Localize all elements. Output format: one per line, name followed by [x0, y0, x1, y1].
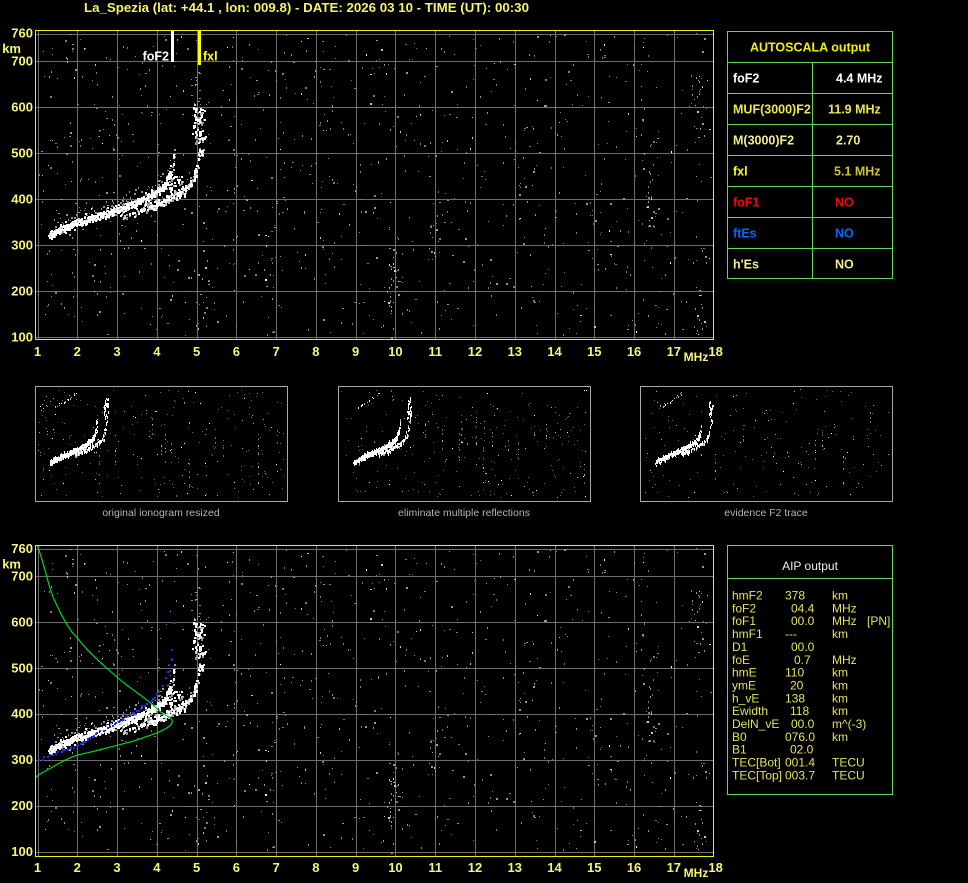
svg-text:2: 2 — [74, 344, 81, 359]
svg-text:2.70: 2.70 — [836, 134, 860, 148]
svg-text:1: 1 — [34, 344, 41, 359]
svg-text:4: 4 — [153, 860, 161, 875]
svg-text:fxl: fxl — [203, 50, 218, 64]
svg-text:13: 13 — [508, 344, 522, 359]
svg-text:La_Spezia (lat: +44.1 , lon: 0: La_Spezia (lat: +44.1 , lon: 009.8) - DA… — [84, 0, 529, 15]
svg-text:700: 700 — [11, 569, 33, 584]
svg-text:760: 760 — [11, 541, 33, 556]
svg-text:16: 16 — [627, 344, 641, 359]
svg-text:TECU: TECU — [832, 768, 865, 782]
svg-text:200: 200 — [11, 284, 33, 299]
svg-text:8: 8 — [312, 344, 319, 359]
svg-text:16: 16 — [627, 860, 641, 875]
svg-text:6: 6 — [233, 344, 240, 359]
svg-text:foF2: foF2 — [143, 50, 169, 64]
svg-text:MUF(3000)F2: MUF(3000)F2 — [733, 103, 811, 117]
svg-text:7: 7 — [273, 344, 280, 359]
svg-text:6: 6 — [233, 860, 240, 875]
svg-text:11: 11 — [428, 860, 442, 875]
svg-text:NO: NO — [835, 258, 854, 272]
svg-text:15: 15 — [587, 860, 601, 875]
svg-text:400: 400 — [11, 706, 33, 721]
svg-text:km: km — [832, 730, 848, 744]
svg-text:NO: NO — [835, 227, 854, 241]
svg-text:3: 3 — [113, 344, 120, 359]
svg-text:11: 11 — [428, 344, 442, 359]
svg-text:AUTOSCALA output: AUTOSCALA output — [750, 41, 871, 55]
svg-text:600: 600 — [11, 614, 33, 629]
svg-text:original ionogram resized: original ionogram resized — [102, 507, 219, 519]
svg-text:200: 200 — [11, 798, 33, 813]
svg-text:NO: NO — [835, 196, 854, 210]
svg-text:ftEs: ftEs — [733, 227, 757, 241]
svg-text:evidence F2 trace: evidence F2 trace — [724, 507, 808, 519]
svg-text:14: 14 — [547, 860, 562, 875]
svg-text:5: 5 — [193, 344, 200, 359]
svg-text:12: 12 — [468, 860, 482, 875]
svg-text:500: 500 — [11, 660, 33, 675]
svg-text:foF1: foF1 — [733, 196, 759, 210]
svg-text:5: 5 — [193, 860, 200, 875]
svg-text:13: 13 — [508, 860, 522, 875]
svg-text:10: 10 — [388, 860, 402, 875]
svg-text:km: km — [832, 627, 848, 641]
svg-text:h'Es: h'Es — [733, 258, 759, 272]
svg-text:300: 300 — [11, 238, 33, 253]
svg-text:9: 9 — [352, 860, 359, 875]
svg-text:18: 18 — [708, 344, 722, 359]
svg-text:TEC[Top]: TEC[Top] — [732, 768, 782, 782]
svg-text:8: 8 — [312, 860, 319, 875]
svg-text:M(3000)F2: M(3000)F2 — [733, 134, 794, 148]
svg-text:7: 7 — [273, 860, 280, 875]
svg-text:AIP output: AIP output — [782, 559, 838, 573]
svg-text:foF2: foF2 — [733, 72, 759, 86]
svg-text:300: 300 — [11, 752, 33, 767]
svg-text:760: 760 — [11, 26, 33, 41]
svg-text:4.4 MHz: 4.4 MHz — [836, 72, 883, 86]
svg-text:eliminate multiple reflections: eliminate multiple reflections — [398, 507, 530, 519]
svg-text:1: 1 — [34, 860, 41, 875]
svg-text:100: 100 — [11, 844, 33, 859]
svg-text:600: 600 — [11, 100, 33, 115]
svg-text:15: 15 — [587, 344, 601, 359]
svg-text:5.1 MHz: 5.1 MHz — [834, 165, 881, 179]
svg-text:4: 4 — [153, 344, 161, 359]
svg-text:12: 12 — [468, 344, 482, 359]
svg-text:100: 100 — [11, 330, 33, 345]
svg-text:9: 9 — [352, 344, 359, 359]
svg-text:10: 10 — [388, 344, 402, 359]
svg-text:18: 18 — [708, 860, 722, 875]
svg-text:2: 2 — [74, 860, 81, 875]
svg-text:fxl: fxl — [733, 165, 748, 179]
svg-text:17: 17 — [667, 860, 681, 875]
svg-text:[PN]: [PN] — [867, 614, 890, 628]
svg-text:MHz: MHz — [684, 866, 709, 880]
svg-text:700: 700 — [11, 54, 33, 69]
svg-text:14: 14 — [547, 344, 562, 359]
svg-text:11.9 MHz: 11.9 MHz — [828, 103, 881, 117]
svg-text:003.7: 003.7 — [785, 768, 815, 782]
svg-text:500: 500 — [11, 146, 33, 161]
svg-text:MHz: MHz — [684, 350, 709, 364]
svg-text:400: 400 — [11, 192, 33, 207]
svg-text:17: 17 — [667, 344, 681, 359]
svg-text:3: 3 — [113, 860, 120, 875]
